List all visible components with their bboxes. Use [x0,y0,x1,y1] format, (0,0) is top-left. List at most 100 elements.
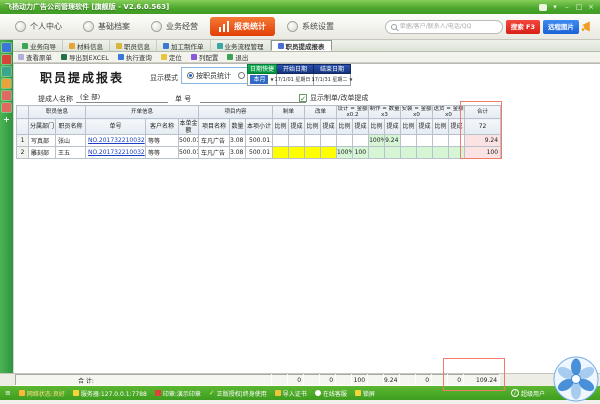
cell-item-subtotal[interactable]: 500.01 [246,135,273,147]
tab-3[interactable]: 加工制作单 [157,40,211,51]
nav-item-0[interactable]: 个人中心 [6,17,71,36]
cell-order-amount[interactable]: 500.01 [179,147,199,159]
cell-project-name[interactable]: 车凡广告 [199,147,230,159]
commission-table: 职员信息开单信息项目内容制单改单设计 = 金额x0.2制作 = 数量x3安装 =… [16,105,501,159]
status-item-lock-screen[interactable]: 锁屏 [355,389,375,398]
cell-install-commission[interactable] [417,135,433,147]
col-header-item-subtotal: 本项小计 [246,119,273,135]
nav-item-3[interactable]: 报表统计 [210,17,275,36]
end-date-select[interactable]: 17/1/31 星期二 ▼ [314,74,351,86]
radio-unselected-icon [238,72,245,79]
cell-order-number[interactable]: NO.201732210032 [86,147,146,159]
cell-employee-name[interactable]: 王五 [56,147,86,159]
add-shortcut-icon[interactable]: + [2,115,11,124]
cell-order-number[interactable]: NO.201732210032 [86,135,146,147]
date-quick-select[interactable]: 本月 ▼ [247,74,277,86]
table-holder: 职员信息开单信息项目内容制单改单设计 = 金额x0.2制作 = 数量x3安装 =… [16,105,501,159]
cell-delivery-ratio[interactable] [433,147,449,159]
cell-make-commission[interactable] [385,147,401,159]
search-input[interactable] [400,23,496,30]
start-date-select[interactable]: 17/1/01 星期日 ▼ [277,74,314,86]
remote-image-button[interactable]: 远程图片 [543,20,579,34]
cell-make-commission[interactable]: 9.24 [385,135,401,147]
column-group-header: 开单信息 [86,106,199,119]
cell-zhidan-commission[interactable] [289,147,305,159]
tab-2[interactable]: 职员信息 [110,40,157,51]
shortcut-red3-icon[interactable] [2,103,11,112]
cell-install-ratio[interactable] [401,135,417,147]
cell-row-index[interactable]: 1 [17,135,29,147]
locate-icon [161,54,167,60]
shortcut-red2-icon[interactable] [2,91,11,100]
cell-project-name[interactable]: 车凡广告 [199,135,230,147]
cell-zhidan-ratio[interactable] [273,147,289,159]
cell-row-index[interactable]: 2 [17,147,29,159]
cell-gaidan-ratio[interactable] [305,147,321,159]
order-number-input[interactable] [200,91,306,103]
shortcut-orange-icon[interactable] [2,79,11,88]
cell-make-ratio[interactable]: 100% [369,135,385,147]
cell-employee-name[interactable]: 张山 [56,135,86,147]
toolbar-button-5[interactable]: 退出 [227,52,248,62]
cell-gaidan-ratio[interactable] [305,135,321,147]
search-icon [391,24,397,30]
tab-label: 职员提成报表 [286,41,325,51]
cell-design-commission[interactable]: 100 [353,147,369,159]
nav-item-1[interactable]: 基础档案 [74,17,139,36]
cell-department[interactable]: 写真部 [29,135,56,147]
toolbar-button-0[interactable]: 查看原单 [18,52,52,62]
summary-install-ratio [400,375,416,386]
close-button[interactable]: × [587,2,595,12]
shortcut-blue-icon[interactable] [2,43,11,52]
status-item-menu[interactable]: ≡ [5,390,11,397]
minimize-button[interactable]: – [563,2,571,12]
status-item-label: 服务器:127.0.0.1:7788 [81,389,147,398]
cell-gaidan-commission[interactable] [321,147,337,159]
tab-4[interactable]: 业务流程管理 [211,40,271,51]
cell-gaidan-commission[interactable] [321,135,337,147]
cell-design-ratio[interactable] [337,135,353,147]
cell-order-amount[interactable]: 500.01 [179,135,199,147]
commission-person-input[interactable]: (全 部) [76,91,168,103]
show-commission-checkbox[interactable]: ✓ 显示制单/改单提成 [299,93,368,103]
cell-item-subtotal[interactable]: 500.01 [246,147,273,159]
shortcut-red-icon[interactable] [2,55,11,64]
status-item-import-cert[interactable]: 导入证书 [275,389,307,398]
nav-bar-items: 个人中心基础档案业务经营报表统计系统设置 [6,17,343,36]
tab-5[interactable]: 职员提成报表 [271,40,332,51]
search-button[interactable]: 搜索 F3 [506,20,540,34]
start-date-column: 开始日期 17/1/01 星期日 ▼ [277,64,314,86]
cell-design-ratio[interactable]: 100% [337,147,353,159]
radio-by-employee[interactable]: 按职员统计 [187,71,231,81]
status-item-online-service[interactable]: 在线客服 [315,389,347,398]
nav-item-4[interactable]: 系统设置 [278,17,343,36]
theme-button[interactable] [539,4,547,11]
cell-install-ratio[interactable] [401,147,417,159]
end-date-header: 结束日期 [314,64,351,74]
cell-design-commission[interactable] [353,135,369,147]
cell-make-ratio[interactable] [369,147,385,159]
toolbar-button-2[interactable]: 执行查询 [118,52,152,62]
cell-quantity[interactable]: 3.08 [230,147,246,159]
cell-customer-name[interactable]: 等等 [146,135,179,147]
toolbar-button-1[interactable]: 导出到EXCEL [61,52,109,62]
cell-customer-name[interactable]: 等等 [146,147,179,159]
maximize-button[interactable]: □ [575,2,583,12]
main-nav-bar: 个人中心基础档案业务经营报表统计系统设置 搜索 F3 远程图片 [0,14,600,40]
tab-1[interactable]: 材料信息 [63,40,110,51]
cell-quantity[interactable]: 3.08 [230,135,246,147]
cell-delivery-ratio[interactable] [433,135,449,147]
dropdown-icon[interactable]: ▾ [551,2,559,12]
summary-make-commission: 9.24 [384,375,400,386]
shortcut-teal-icon[interactable] [2,67,11,76]
cell-zhidan-commission[interactable] [289,135,305,147]
tab-label: 加工制作单 [171,41,204,51]
cell-zhidan-ratio[interactable] [273,135,289,147]
toolbar-button-3[interactable]: 定位 [161,52,182,62]
nav-item-2[interactable]: 业务经营 [142,17,207,36]
cell-department[interactable]: 雕刻部 [29,147,56,159]
toolbar-button-4[interactable]: 列配置 [191,52,219,62]
tab-0[interactable]: 业务向导 [16,40,63,51]
cell-install-commission[interactable] [417,147,433,159]
announcement-icon[interactable] [582,21,594,32]
